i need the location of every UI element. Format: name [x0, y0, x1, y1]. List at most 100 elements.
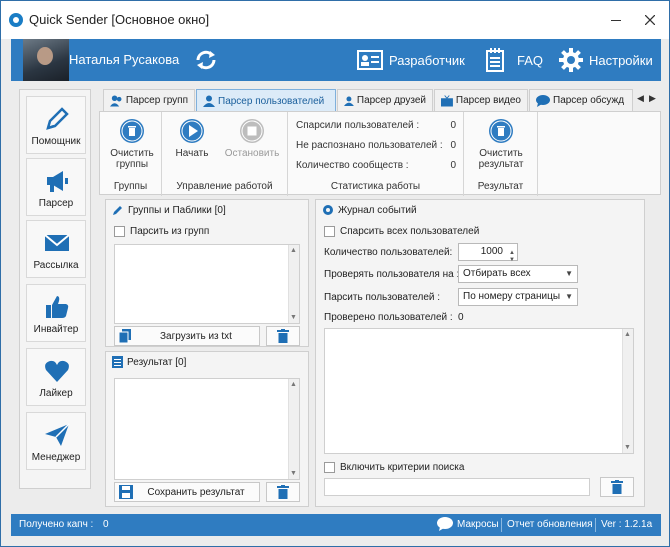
- ribbon-group-groups: Очистить группы Группы: [100, 112, 162, 196]
- chat-icon: [536, 94, 550, 107]
- enable-search-criteria-checkbox[interactable]: Включить критерии поиска: [324, 462, 464, 473]
- minimize-button[interactable]: [605, 9, 627, 31]
- stat-communities-count: Количество сообществ : 0: [296, 160, 456, 171]
- captcha-value: 0: [103, 519, 109, 530]
- checked-users-label: Проверено пользователей :: [324, 312, 453, 323]
- search-criteria-field[interactable]: [324, 478, 590, 496]
- copy-icon: [119, 329, 131, 343]
- event-log-list[interactable]: ▲ ▼: [324, 328, 634, 454]
- tab-scroll-left-icon[interactable]: ◀: [637, 93, 644, 104]
- clear-groups-button[interactable]: Очистить группы: [102, 118, 162, 170]
- developer-label: Разработчик: [389, 52, 465, 68]
- main-window: Quick Sender [Основное окно] Наталья Рус…: [0, 0, 670, 547]
- ribbon-toolbar: Очистить группы Группы Начать Остановить…: [99, 111, 661, 196]
- chat-icon: [437, 517, 453, 531]
- user-icon: [344, 95, 354, 106]
- sidebar-item-label: Лайкер: [39, 388, 73, 399]
- trash-icon: [489, 119, 513, 143]
- users-icon: [110, 94, 122, 107]
- delete-log-button[interactable]: [600, 477, 634, 497]
- avatar[interactable]: [23, 39, 69, 81]
- sidebar-item-label: Инвайтер: [33, 324, 79, 335]
- sidebar-item-parser[interactable]: Парсер: [26, 158, 86, 216]
- user-count-stepper[interactable]: 1000 ▲ ▼: [458, 243, 518, 263]
- title-bar[interactable]: Quick Sender [Основное окно]: [1, 1, 669, 39]
- stat-unrecognized-users: Не распознано пользователей : 0: [296, 140, 456, 151]
- faq-button[interactable]: FAQ: [485, 39, 543, 81]
- ribbon-group-title: Статистика работы: [330, 181, 421, 192]
- pencil-icon: [46, 107, 69, 130]
- notepad-icon: [486, 48, 504, 72]
- thumbs-up-icon: [46, 296, 69, 318]
- user-icon: [203, 95, 215, 107]
- update-report-link[interactable]: Отчет обновления: [507, 519, 593, 530]
- app-header: Наталья Русакова Разработчик FAQ Настрой…: [11, 39, 661, 81]
- start-button[interactable]: Начать: [162, 118, 222, 159]
- sidebar-item-label: Менеджер: [31, 452, 81, 463]
- check-users-select[interactable]: Отбирать всех ▼: [458, 265, 578, 283]
- window-title: Quick Sender [Основное окно]: [29, 12, 210, 27]
- groups-panel: Группы и Паблики [0] Парсить из групп ▲ ▼…: [105, 199, 309, 347]
- developer-button[interactable]: Разработчик: [357, 39, 465, 81]
- result-panel-title: Результат [0]: [112, 356, 186, 368]
- tab-friends-parser[interactable]: Парсер друзей: [337, 89, 433, 111]
- event-log-panel: Журнал событий Спарсить всех пользовател…: [315, 199, 645, 507]
- load-txt-button[interactable]: Загрузить из txt: [114, 326, 260, 346]
- pencil-icon: [113, 206, 122, 215]
- settings-button[interactable]: Настройки: [559, 39, 653, 81]
- paper-plane-icon: [45, 423, 70, 446]
- groups-list-scrollbar[interactable]: ▲ ▼: [288, 245, 299, 323]
- ribbon-group-title: Результат: [477, 181, 524, 192]
- result-list[interactable]: ▲ ▼: [114, 378, 300, 480]
- ribbon-group-title: Управление работой: [176, 181, 273, 192]
- check-users-label: Проверять пользователя на :: [324, 269, 460, 280]
- sidebar-item-assistant[interactable]: Помощник: [26, 96, 86, 154]
- play-icon: [180, 119, 204, 143]
- result-panel: Результат [0] ▲ ▼ Сохранить результат: [105, 351, 309, 507]
- status-bar: Получено капч : 0 Макросы Отчет обновлен…: [11, 514, 661, 536]
- sidebar-item-liker[interactable]: Лайкер: [26, 348, 86, 406]
- chevron-down-icon: ▼: [565, 269, 573, 278]
- chevron-down-icon: ▼: [565, 292, 573, 301]
- user-name[interactable]: Наталья Русакова: [69, 52, 179, 67]
- floppy-disk-icon: [119, 485, 133, 499]
- tab-video-parser[interactable]: Парсер видео: [434, 89, 528, 111]
- tv-icon: [441, 94, 453, 107]
- sidebar: Помощник Парсер Рассылка Инвайтер Лайкер…: [19, 89, 91, 489]
- stat-parsed-users: Спарсили пользователей : 0: [296, 120, 456, 131]
- user-count-label: Количество пользователей:: [324, 247, 453, 258]
- tab-discussion-parser[interactable]: Парсер обсужд: [529, 89, 633, 111]
- tab-bar: Парсер групп Парсер пользователей Парсер…: [99, 89, 661, 112]
- parse-users-select[interactable]: По номеру страницы ▼: [458, 288, 578, 306]
- groups-panel-title: Группы и Паблики [0]: [112, 204, 226, 216]
- close-icon: [644, 14, 656, 26]
- close-button[interactable]: [639, 9, 661, 31]
- trash-icon: [611, 480, 623, 494]
- parse-all-users-checkbox[interactable]: Спарсить всех пользователей: [324, 226, 479, 237]
- trash-icon: [120, 119, 144, 143]
- tab-group-parser[interactable]: Парсер групп: [103, 89, 195, 111]
- tab-scroll-right-icon[interactable]: ▶: [649, 93, 656, 104]
- sync-icon[interactable]: [193, 47, 219, 73]
- version-label: Ver : 1.2.1a: [601, 519, 653, 530]
- trash-icon: [277, 329, 289, 343]
- macros-link[interactable]: Макросы: [437, 517, 499, 531]
- sidebar-item-inviter[interactable]: Инвайтер: [26, 284, 86, 342]
- document-icon: [112, 356, 123, 368]
- app-logo-icon: [9, 13, 23, 27]
- result-list-scrollbar[interactable]: ▲ ▼: [288, 379, 299, 479]
- delete-result-button[interactable]: [266, 482, 300, 502]
- save-result-button[interactable]: Сохранить результат: [114, 482, 260, 502]
- event-log-scrollbar[interactable]: ▲ ▼: [622, 329, 633, 453]
- sidebar-item-manager[interactable]: Менеджер: [26, 412, 86, 470]
- stop-button[interactable]: Остановить: [222, 118, 282, 159]
- tab-user-parser[interactable]: Парсер пользователей: [196, 89, 336, 112]
- ribbon-group-stats: Спарсили пользователей : 0 Не распознано…: [288, 112, 464, 196]
- parse-from-groups-checkbox[interactable]: Парсить из групп: [114, 226, 209, 237]
- sidebar-item-mailing[interactable]: Рассылка: [26, 220, 86, 278]
- minimize-icon: [611, 20, 621, 21]
- checked-users-value: 0: [458, 312, 464, 323]
- delete-groups-button[interactable]: [266, 326, 300, 346]
- groups-list[interactable]: ▲ ▼: [114, 244, 300, 324]
- clear-result-button[interactable]: Очистить результат: [471, 118, 531, 170]
